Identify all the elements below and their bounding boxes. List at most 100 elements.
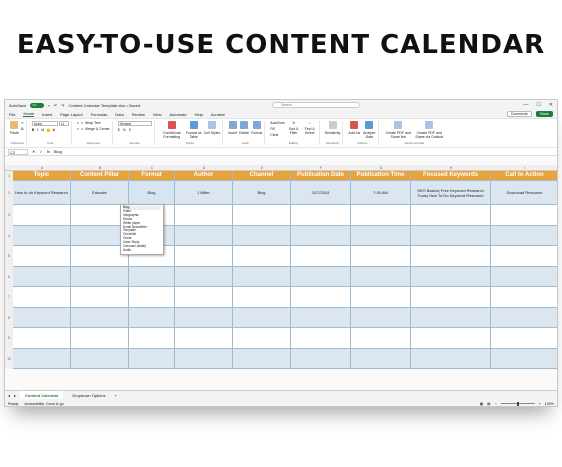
cancel-icon[interactable]: ✕ <box>32 149 35 154</box>
cell[interactable] <box>129 307 175 327</box>
autosum-button[interactable]: AutoSum <box>270 121 284 125</box>
add-sheet-icon[interactable]: + <box>115 393 117 398</box>
zoom-in-icon[interactable]: + <box>539 402 541 406</box>
row-header[interactable]: 4 <box>5 225 13 246</box>
cell[interactable] <box>175 307 233 327</box>
zoom-out-icon[interactable]: − <box>495 402 497 406</box>
cell[interactable] <box>411 246 491 266</box>
row-header[interactable]: 9 <box>5 328 13 349</box>
fx-label[interactable]: fx <box>47 149 50 154</box>
cut-icon[interactable]: ✂ <box>21 121 24 125</box>
cell[interactable] <box>233 205 291 225</box>
cell[interactable] <box>411 328 491 348</box>
comma-icon[interactable]: 9 <box>129 128 131 132</box>
cell[interactable]: 2/27/2024 <box>291 181 351 204</box>
row-header[interactable]: 2 <box>5 181 13 205</box>
enter-icon[interactable]: ✓ <box>39 149 42 154</box>
cell[interactable] <box>13 266 71 286</box>
cell[interactable] <box>13 287 71 307</box>
formula-input[interactable]: Blog <box>54 149 62 154</box>
delete-cells-icon[interactable] <box>240 121 249 129</box>
font-size-select[interactable]: 11 <box>58 121 69 126</box>
create-pdf-share-icon[interactable] <box>394 121 403 129</box>
cell[interactable] <box>411 266 491 286</box>
cell[interactable] <box>491 328 557 348</box>
undo-icon[interactable]: ↶ <box>54 103 57 108</box>
cell[interactable] <box>351 266 411 286</box>
cell[interactable] <box>491 205 557 225</box>
align-center-icon[interactable]: ≡ <box>81 127 83 131</box>
cell[interactable] <box>175 246 233 266</box>
menu-automate[interactable]: Automate <box>169 112 186 117</box>
cell[interactable]: Blog <box>233 181 291 204</box>
autosave-toggle[interactable]: On <box>30 102 45 108</box>
row-header[interactable]: 8 <box>5 307 13 328</box>
menu-insert[interactable]: Insert <box>42 112 52 117</box>
copy-icon[interactable]: ⧉ <box>21 127 24 131</box>
maximize-button[interactable]: ☐ <box>536 102 540 108</box>
align-left-icon[interactable]: ≡ <box>77 127 79 131</box>
cell[interactable] <box>71 348 129 368</box>
cell[interactable] <box>411 307 491 327</box>
cell[interactable] <box>233 246 291 266</box>
bold-icon[interactable]: B <box>32 128 35 132</box>
cell[interactable] <box>491 267 557 287</box>
cell[interactable] <box>491 308 557 328</box>
menu-data[interactable]: Data <box>115 112 123 117</box>
row-header[interactable]: 5 <box>5 246 13 267</box>
cell[interactable] <box>233 328 291 348</box>
fill-button[interactable]: Fill <box>270 127 284 131</box>
font-family-select[interactable]: Aptos <box>31 121 58 126</box>
cell[interactable] <box>13 246 71 266</box>
menu-page-layout[interactable]: Page Layout <box>60 112 82 117</box>
header-topic[interactable]: Topic <box>13 171 71 180</box>
cell[interactable]: J Miller <box>175 181 233 204</box>
menu-file[interactable]: File <box>9 112 15 117</box>
italic-icon[interactable]: I <box>37 128 38 132</box>
normal-view-icon[interactable]: ▦ <box>480 402 483 406</box>
analyze-data-icon[interactable] <box>365 121 374 129</box>
cell[interactable]: Blog <box>129 181 175 204</box>
cell[interactable] <box>491 226 557 246</box>
cell[interactable] <box>129 266 175 286</box>
cell[interactable] <box>291 307 351 327</box>
row-header[interactable]: 6 <box>5 266 13 287</box>
cell[interactable]: Download Resource <box>491 181 557 204</box>
comments-button[interactable]: Comments <box>506 111 532 117</box>
cell[interactable] <box>233 287 291 307</box>
addins-icon[interactable] <box>350 121 359 129</box>
cell[interactable] <box>233 348 291 368</box>
minimize-button[interactable]: — <box>523 102 528 108</box>
find-select-icon[interactable]: ⌕ <box>309 121 311 125</box>
cell[interactable] <box>351 307 411 327</box>
cell[interactable] <box>129 348 175 368</box>
name-box[interactable]: C2 <box>8 148 28 155</box>
dropdown-option[interactable]: Audio <box>123 248 161 253</box>
cell[interactable] <box>491 349 557 369</box>
cell[interactable]: How to do Keyword Research <box>13 181 71 204</box>
sort-filter-icon[interactable]: ⇅ <box>292 121 295 125</box>
header-call-to-action[interactable]: Call to Action <box>491 171 557 180</box>
cell[interactable] <box>175 205 233 225</box>
cell[interactable] <box>71 307 129 327</box>
cell[interactable]: Educate <box>71 181 129 204</box>
number-format-select[interactable]: General <box>117 121 152 126</box>
prev-sheet-icon[interactable]: ◂ <box>8 393 10 398</box>
cell[interactable] <box>491 246 557 266</box>
header-publication-time[interactable]: Publication Time <box>351 171 411 180</box>
cell[interactable] <box>71 328 129 348</box>
cell[interactable] <box>411 348 491 368</box>
cell[interactable] <box>233 307 291 327</box>
row-header[interactable]: 7 <box>5 287 13 308</box>
cell[interactable] <box>351 287 411 307</box>
menu-review[interactable]: Review <box>132 112 145 117</box>
cell[interactable] <box>291 225 351 245</box>
next-sheet-icon[interactable]: ▸ <box>14 393 16 398</box>
cell[interactable] <box>491 287 557 307</box>
clear-button[interactable]: Clear <box>270 133 284 137</box>
header-format[interactable]: Format <box>129 171 175 180</box>
cell[interactable] <box>291 328 351 348</box>
paste-icon[interactable] <box>10 121 18 129</box>
create-pdf-outlook-icon[interactable] <box>425 121 434 129</box>
cell[interactable] <box>351 328 411 348</box>
